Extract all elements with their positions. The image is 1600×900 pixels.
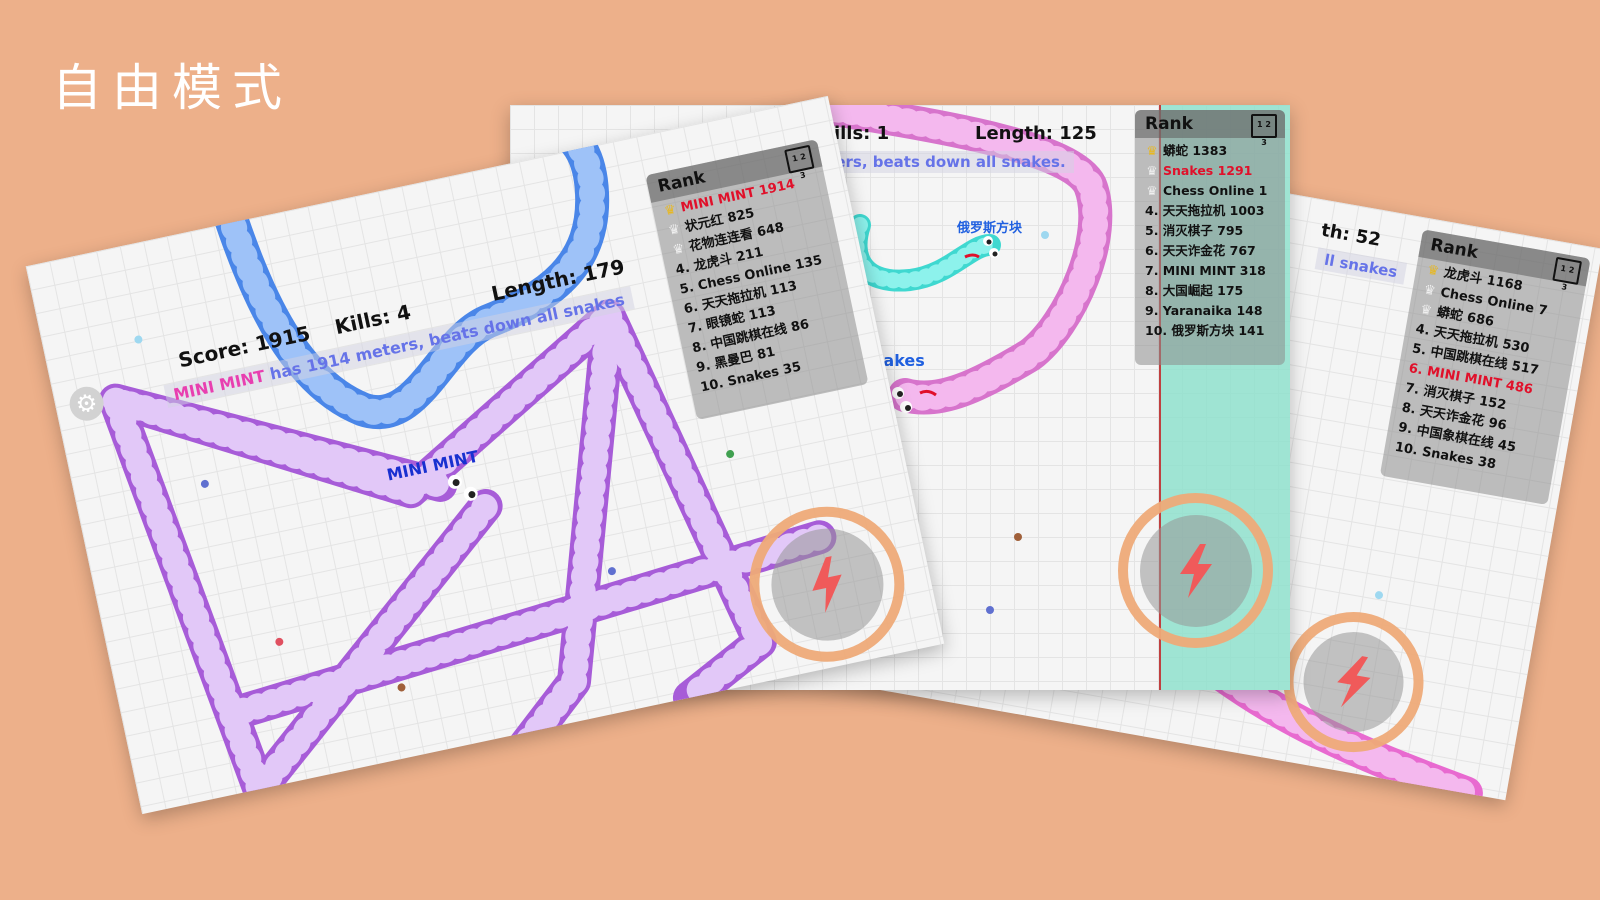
kill-banner: eters, beats down all snakes. [810, 151, 1074, 173]
rank-row: 4. 天天拖拉机 1003 [1135, 201, 1285, 221]
rank-row-label: 5. 消灭棋子 795 [1145, 223, 1244, 238]
boost-button[interactable] [1118, 493, 1273, 648]
food-dot [275, 637, 284, 646]
gear-icon: ⚙ [73, 387, 101, 420]
food-dot [200, 479, 209, 488]
rank-row: 10. 俄罗斯方块 141 [1135, 321, 1285, 341]
screenshot-left: ⚙ Score: 1915 Kills: 4 Length: 179 MINI … [25, 95, 945, 815]
food-dot [1374, 591, 1383, 600]
rank-row-label: 7. MINI MINT 318 [1145, 263, 1266, 278]
page-title: 自由模式 [52, 59, 292, 117]
rank-row: 5. 消灭棋子 795 [1135, 221, 1285, 241]
rank-row-label: 8. 大国崛起 175 [1145, 283, 1244, 298]
rank-row-label: 10. 俄罗斯方块 141 [1145, 323, 1265, 338]
rank-row-label: Chess Online 1 [1163, 183, 1268, 198]
snake-name-tag: 俄罗斯方块 [957, 221, 1023, 236]
rank-row-label: 6. 天天诈金花 767 [1145, 243, 1256, 258]
crown-icon: ♛ [1419, 302, 1434, 319]
rank-list: ♛ 龙虎斗 1168 ♛ Chess Online 7 ♛ 蟒蛇 686 4. 天天拖拉机 … [1383, 257, 1585, 485]
lightning-bolt-icon [811, 555, 842, 613]
food-dot [726, 450, 735, 459]
crown-icon: ♛ [1146, 183, 1158, 198]
rank-row: ♛ Chess Online 1 [1135, 181, 1285, 201]
lightning-bolt-icon [1179, 543, 1212, 598]
crown-icon: ♛ [1422, 282, 1437, 300]
crown-icon: ♛ [1146, 163, 1158, 178]
food-dot [607, 567, 616, 576]
food-dot [397, 683, 406, 692]
rank-row: 8. 大国崛起 175 [1135, 281, 1285, 301]
rank-list: ♛ 蟒蛇 1383 ♛ Snakes 1291 ♛ Chess Online 1 4. 天天… [1135, 138, 1285, 341]
snake-eyes [447, 474, 478, 501]
rank-row-label: Snakes 1291 [1163, 163, 1253, 178]
crown-icon: ♛ [1146, 143, 1158, 158]
rank-panel: Rank 1 2 3 ♛ 蟒蛇 1383 ♛ Snakes 1291 ♛ Chess On… [1135, 110, 1285, 365]
length-readout: Length: 125 [975, 123, 1097, 144]
food-dot [1014, 533, 1022, 541]
rank-header: Rank 1 2 3 [1135, 110, 1285, 147]
lightning-bolt-icon [1337, 656, 1371, 708]
food-dot [1041, 231, 1049, 239]
podium-icon[interactable]: 1 2 3 [1552, 256, 1583, 292]
podium-icon[interactable]: 1 2 3 [1251, 114, 1277, 147]
rank-row-label: 4. 天天拖拉机 1003 [1145, 203, 1265, 218]
crown-icon: ♛ [1426, 262, 1441, 280]
rank-row: ♛ Snakes 1291 [1135, 161, 1285, 181]
rank-row: 9. Yaranaika 148 [1135, 301, 1285, 321]
rank-row: 7. MINI MINT 318 [1135, 261, 1285, 281]
food-dot [986, 606, 994, 614]
rank-row-label: 9. Yaranaika 148 [1145, 303, 1263, 318]
food-dot [134, 335, 143, 344]
rank-row: 6. 天天诈金花 767 [1135, 241, 1285, 261]
rank-row-label: 蟒蛇 1383 [1163, 143, 1228, 158]
